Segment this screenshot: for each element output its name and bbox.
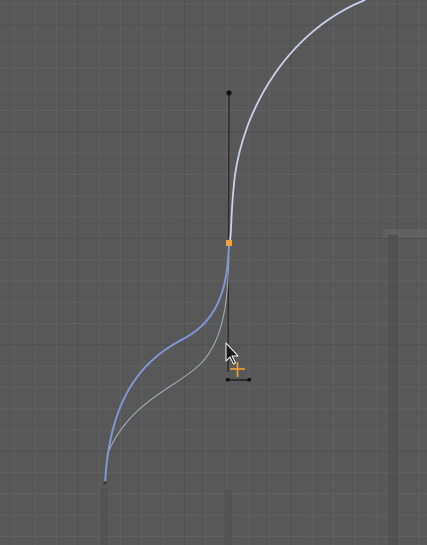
- bezier-handle-top-point[interactable]: [226, 90, 232, 96]
- selected-control-point[interactable]: [226, 240, 232, 246]
- curve-end-point[interactable]: [103, 481, 107, 485]
- curve-editor-viewport[interactable]: [0, 0, 427, 545]
- viewport-background: [0, 0, 427, 545]
